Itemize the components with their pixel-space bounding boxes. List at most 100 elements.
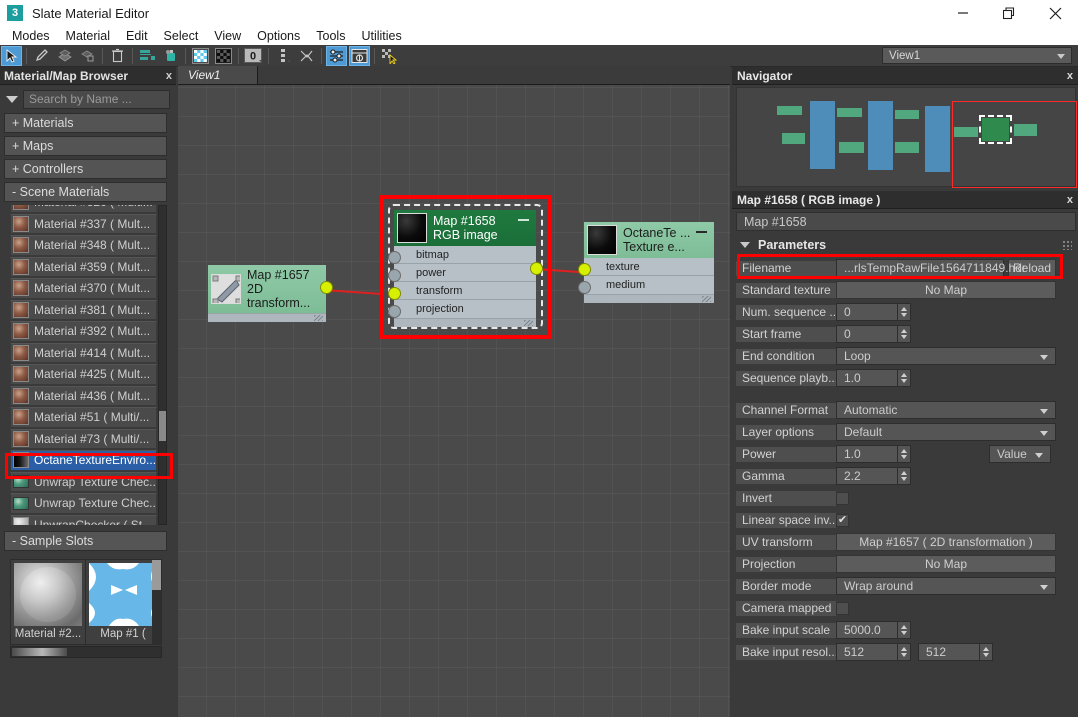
socket-transform[interactable]: transform	[394, 282, 536, 300]
menu-modes[interactable]: Modes	[4, 28, 58, 44]
socket-medium[interactable]: medium	[584, 276, 714, 294]
sample-slots-strip[interactable]: Material #2... Map #1 (	[10, 559, 162, 645]
resize-grip-icon[interactable]	[314, 315, 323, 321]
layer-options-dropdown[interactable]: Default	[836, 423, 1056, 441]
sample-slot[interactable]: Material #2...	[11, 560, 86, 644]
list-item[interactable]: Material #73 ( Multi/...	[10, 428, 157, 449]
close-button[interactable]	[1032, 0, 1078, 26]
bake-resolution-width-input[interactable]: 512	[836, 643, 898, 661]
layout-children-icon[interactable]	[137, 46, 158, 66]
scrollbar-thumb[interactable]	[152, 560, 161, 590]
resize-grip-icon[interactable]	[524, 320, 533, 326]
search-input[interactable]: Search by Name ...	[23, 89, 170, 109]
sample-slot[interactable]: Map #1 (	[86, 560, 161, 644]
parameter-editor-icon[interactable]	[326, 45, 347, 66]
scrollbar-thumb[interactable]	[159, 411, 166, 441]
node-octane-texture-environment[interactable]: OctaneTe ... Texture e... texture medium	[578, 222, 714, 303]
slots-vertical-scrollbar[interactable]	[152, 560, 161, 644]
port-bitmap[interactable]	[388, 251, 401, 264]
slots-horizontal-scrollbar[interactable]	[10, 646, 162, 658]
projection-button[interactable]: No Map	[836, 555, 1056, 573]
list-item[interactable]: Material #414 ( Mult...	[10, 342, 157, 363]
node-name-input[interactable]: Map #1658	[736, 212, 1076, 231]
menu-select[interactable]: Select	[156, 28, 207, 44]
node-output-port[interactable]	[320, 281, 333, 294]
menu-utilities[interactable]: Utilities	[353, 28, 409, 44]
list-item[interactable]: Material #370 ( Mult...	[10, 278, 157, 299]
category-maps[interactable]: + Maps	[4, 136, 167, 156]
gamma-stepper[interactable]	[898, 467, 911, 485]
bake-input-scale-stepper[interactable]	[898, 621, 911, 639]
close-icon[interactable]: x	[1067, 70, 1073, 82]
minimize-node-icon[interactable]	[518, 219, 529, 221]
standard-texture-button[interactable]: No Map	[836, 281, 1056, 299]
port-power[interactable]	[388, 269, 401, 282]
close-icon[interactable]: x	[1067, 194, 1073, 206]
port-projection[interactable]	[388, 305, 401, 318]
list-item[interactable]: UnwrapChecker ( St...	[10, 514, 157, 525]
minimize-button[interactable]	[940, 0, 986, 26]
material-id-zero-icon[interactable]: 0	[243, 46, 264, 66]
node-map-1658[interactable]: Map #1658 RGB image bitmap power transfo…	[388, 210, 543, 327]
resize-grip-icon[interactable]	[702, 296, 711, 302]
list-item[interactable]: Unwrap Texture Chec...	[10, 471, 157, 492]
navigator-icon[interactable]	[349, 45, 370, 66]
port-texture[interactable]	[578, 263, 591, 276]
bake-resolution-height-stepper[interactable]	[980, 643, 993, 661]
delete-trash-icon[interactable]	[107, 46, 128, 66]
bake-resolution-height-input[interactable]: 512	[918, 643, 980, 661]
menu-options[interactable]: Options	[249, 28, 308, 44]
menu-tools[interactable]: Tools	[308, 28, 353, 44]
node-output-port[interactable]	[530, 262, 543, 275]
tab-view1[interactable]: View1	[178, 66, 258, 84]
list-item[interactable]: Unwrap Texture Chec...	[10, 493, 157, 514]
category-scene-materials[interactable]: - Scene Materials	[4, 182, 167, 202]
channel-format-dropdown[interactable]: Automatic	[836, 401, 1056, 419]
power-input[interactable]: 1.0	[836, 445, 898, 463]
chevron-down-icon[interactable]	[6, 95, 18, 103]
list-item[interactable]: Material #348 ( Mult...	[10, 235, 157, 256]
list-item[interactable]: OctaneTextureEnviro...	[10, 450, 157, 471]
socket-power[interactable]: power	[394, 264, 536, 282]
list-item[interactable]: Material #359 ( Mult...	[10, 256, 157, 277]
border-mode-dropdown[interactable]: Wrap around	[836, 577, 1056, 595]
show-map-in-viewport-icon[interactable]	[213, 46, 234, 66]
materials-scrollbar[interactable]	[158, 205, 167, 525]
list-item[interactable]: Material #337 ( Mult...	[10, 213, 157, 234]
node-map-1657[interactable]: Map #1657 2D transform...	[208, 265, 333, 322]
navigator-minimap[interactable]	[736, 87, 1077, 188]
invert-checkbox[interactable]	[836, 491, 849, 505]
end-condition-dropdown[interactable]: Loop	[836, 347, 1056, 365]
select-arrow-icon[interactable]	[1, 45, 22, 66]
category-controllers[interactable]: + Controllers	[4, 159, 167, 179]
bake-resolution-width-stepper[interactable]	[898, 643, 911, 661]
port-transform[interactable]	[388, 287, 401, 300]
menu-view[interactable]: View	[206, 28, 249, 44]
power-mode-dropdown[interactable]: Value	[989, 445, 1051, 463]
parameters-rollup-header[interactable]: Parameters	[736, 235, 1076, 255]
show-in-viewport-icon[interactable]	[160, 46, 181, 66]
node-header[interactable]: Map #1658 RGB image	[394, 210, 536, 246]
list-item[interactable]: Material #392 ( Mult...	[10, 321, 157, 342]
menu-edit[interactable]: Edit	[118, 28, 156, 44]
scene-materials-list[interactable]: Material #326 ( Multi... Material #337 (…	[4, 205, 173, 525]
node-header[interactable]: OctaneTe ... Texture e...	[584, 222, 714, 258]
drag-handle-icon[interactable]	[1062, 240, 1072, 250]
socket-bitmap[interactable]: bitmap	[394, 246, 536, 264]
move-children-icon[interactable]	[54, 46, 75, 66]
crossfade-icon[interactable]	[296, 46, 317, 66]
bake-input-scale-input[interactable]: 5000.0	[836, 621, 898, 639]
hierarchy-icon[interactable]	[273, 46, 294, 66]
list-item[interactable]: Material #436 ( Mult...	[10, 385, 157, 406]
socket-texture[interactable]: texture	[584, 258, 714, 276]
uv-transform-button[interactable]: Map #1657 ( 2D transformation )	[836, 533, 1056, 551]
category-materials[interactable]: + Materials	[4, 113, 167, 133]
sample-slots-header[interactable]: - Sample Slots	[4, 531, 167, 551]
menu-material[interactable]: Material	[58, 28, 118, 44]
list-item[interactable]: Material #381 ( Mult...	[10, 299, 157, 320]
power-stepper[interactable]	[898, 445, 911, 463]
list-item[interactable]: Material #51 ( Multi/...	[10, 407, 157, 428]
navigator-viewport-frame[interactable]	[952, 101, 1077, 188]
show-background-icon[interactable]	[190, 46, 211, 66]
node-header[interactable]: Map #1657 2D transform...	[208, 265, 326, 313]
